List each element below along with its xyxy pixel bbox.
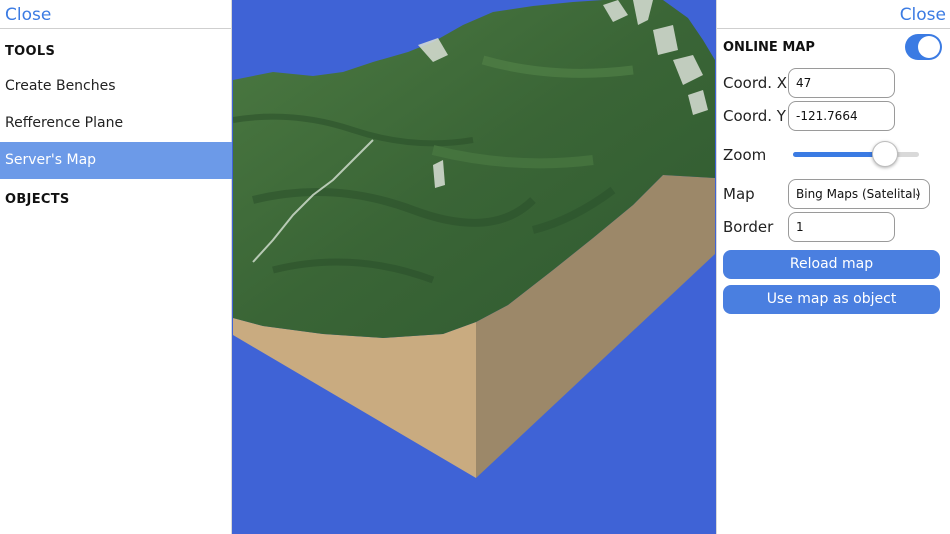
coord-x-input[interactable] xyxy=(788,68,895,98)
left-header-divider xyxy=(0,28,231,29)
map-provider-select[interactable]: Bing Maps (Satelital) ⌄ xyxy=(788,179,930,209)
use-map-as-object-button[interactable]: Use map as object xyxy=(723,285,940,314)
terrain-left-face xyxy=(233,318,476,478)
chevron-down-icon: ⌄ xyxy=(913,188,922,199)
coord-y-input[interactable] xyxy=(788,101,895,131)
menu-item-refference-plane[interactable]: Refference Plane xyxy=(0,105,232,142)
reload-map-button[interactable]: Reload map xyxy=(723,250,940,279)
online-map-toggle[interactable] xyxy=(905,34,942,60)
right-panel: Close ONLINE MAP Coord. X Coord. Y Zoom … xyxy=(716,0,950,534)
right-header-divider xyxy=(717,28,950,29)
terrain-render xyxy=(233,0,715,478)
map-provider-value: Bing Maps (Satelital) xyxy=(796,187,921,201)
map-label: Map xyxy=(723,185,755,203)
toggle-knob xyxy=(918,36,940,58)
map-3d-viewport[interactable] xyxy=(233,0,715,534)
zoom-label: Zoom xyxy=(723,146,767,164)
coord-x-label: Coord. X xyxy=(723,74,788,92)
left-close-button[interactable]: Close xyxy=(5,5,51,25)
objects-section-title: OBJECTS xyxy=(5,192,70,207)
border-label: Border xyxy=(723,218,774,236)
border-input[interactable] xyxy=(788,212,895,242)
zoom-slider-thumb[interactable] xyxy=(871,141,898,167)
menu-item-create-benches[interactable]: Create Benches xyxy=(0,68,232,105)
coord-y-label: Coord. Y xyxy=(723,107,786,125)
right-close-button[interactable]: Close xyxy=(900,5,946,25)
zoom-slider[interactable] xyxy=(793,141,919,167)
menu-item-servers-map[interactable]: Server's Map xyxy=(0,142,232,179)
tools-section-title: TOOLS xyxy=(5,44,56,59)
left-panel: Close TOOLS Create Benches Refference Pl… xyxy=(0,0,232,534)
online-map-label: ONLINE MAP xyxy=(723,40,815,55)
